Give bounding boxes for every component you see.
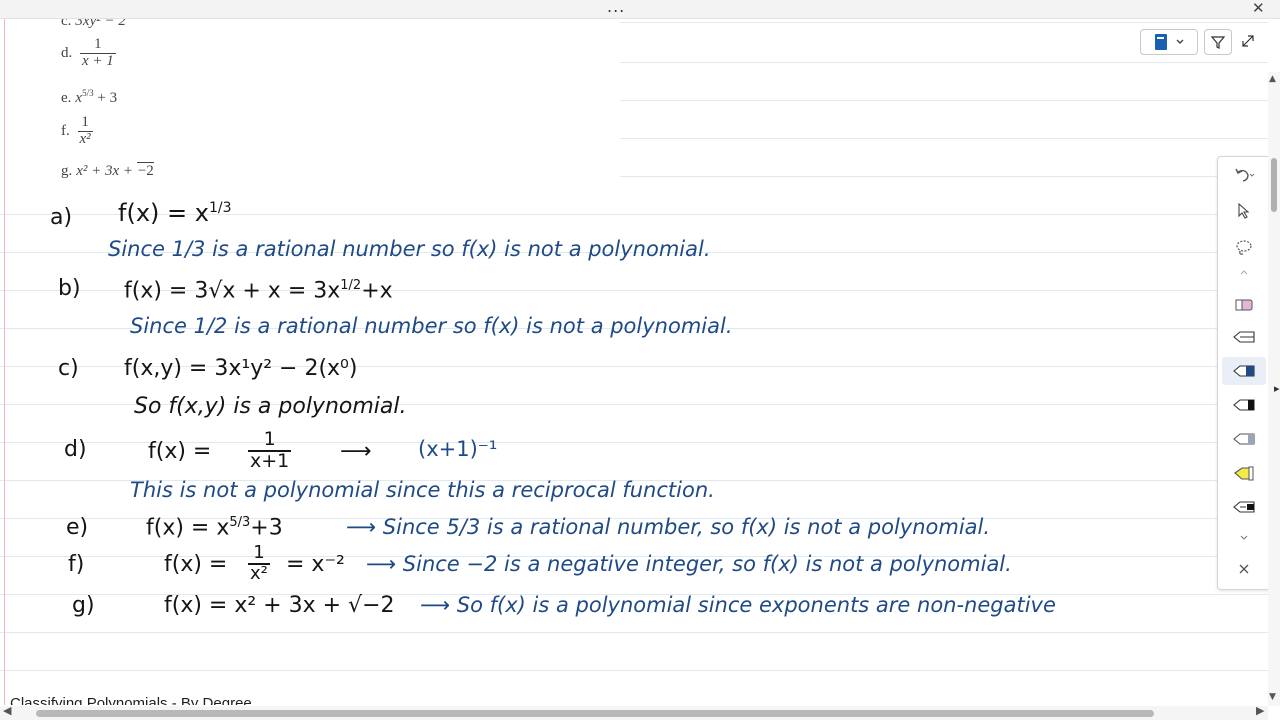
solution-b-label: b) <box>58 276 81 301</box>
horizontal-scrollbar[interactable]: ◀ ▶ <box>0 704 1268 720</box>
solution-a-equation: f(x) = x1/3 <box>118 199 232 227</box>
scroll-right-arrow[interactable]: ▶ <box>1256 704 1264 717</box>
question-e: e. x5/3 + 3 <box>61 88 118 106</box>
question-g: g. x² + 3x + −2 <box>61 162 154 179</box>
pencil-tool[interactable] <box>1222 425 1266 453</box>
solution-f-rhs: = x⁻² <box>286 552 345 577</box>
filter-button[interactable] <box>1204 29 1232 55</box>
scroll-down-arrow[interactable]: ▼ <box>1269 692 1276 702</box>
select-tool[interactable] <box>1222 197 1266 225</box>
solution-d-fraction: 1 x+1 <box>248 428 292 472</box>
close-window-button[interactable]: ✕ <box>1252 0 1265 17</box>
notebook-selector-button[interactable] <box>1140 29 1198 55</box>
margin-line <box>4 19 5 705</box>
solution-e-equation: f(x) = x5/3+3 <box>146 515 283 541</box>
scroll-up-tools[interactable] <box>1222 265 1266 279</box>
highlighter-tool[interactable] <box>1222 459 1266 487</box>
scroll-up-arrow[interactable]: ▲ <box>1269 74 1276 84</box>
pen-icon <box>1233 331 1255 343</box>
solution-g-label: g) <box>72 593 95 618</box>
notebook-page[interactable]: c. 3xy² − 2 d. 1x + 1 e. x5/3 + 3 f. 1 x² g… <box>0 19 1268 705</box>
collapse-icon <box>1240 535 1248 540</box>
expand-button[interactable] <box>1238 29 1258 53</box>
notebook-icon <box>1155 34 1167 50</box>
drawing-toolbar <box>1217 156 1272 590</box>
solution-f-equation-left: f(x) = <box>164 552 228 577</box>
solution-b-note: Since 1/2 is a rational number so f(x) i… <box>130 314 733 338</box>
eraser-icon <box>1235 299 1253 311</box>
undo-button[interactable] <box>1222 161 1266 189</box>
chevron-up-icon <box>1240 270 1248 275</box>
vertical-scroll-thumb[interactable] <box>1271 158 1277 212</box>
solution-d-label: d) <box>64 437 87 462</box>
expand-icon <box>1242 35 1254 47</box>
solution-f-label: f) <box>68 552 85 577</box>
solution-d-arrow: ⟶ <box>340 439 372 464</box>
marker-icon <box>1233 399 1255 411</box>
solution-g-note: ⟶ So f(x) is a polynomial since exponent… <box>420 593 1056 617</box>
chevron-down-icon <box>1176 39 1184 44</box>
solution-e-note: ⟶ Since 5/3 is a rational number, so f(x… <box>346 515 991 539</box>
question-d: d. 1x + 1 <box>61 36 116 69</box>
solution-g-equation: f(x) = x² + 3x + √−2 <box>164 593 395 618</box>
solution-f-fraction: 1 x² <box>248 542 270 584</box>
scroll-left-arrow[interactable]: ◀ <box>3 704 11 717</box>
scroll-down-tools[interactable] <box>1222 529 1266 547</box>
solution-d-rhs: (x+1)⁻¹ <box>418 437 498 461</box>
question-list: c. 3xy² − 2 d. 1x + 1 e. x5/3 + 3 f. 1 x² g… <box>0 19 620 207</box>
solution-c-label: c) <box>58 356 79 381</box>
mouse-cursor-icon: ▸ <box>1274 383 1280 395</box>
pencil-icon <box>1233 433 1255 445</box>
solution-c-equation: f(x,y) = 3x¹y² − 2(x⁰) <box>124 356 358 381</box>
solution-a-note: Since 1/3 is a rational number so f(x) i… <box>108 237 711 261</box>
title-bar: ... ✕ <box>0 0 1280 19</box>
lasso-icon <box>1236 240 1252 255</box>
shape-pen-icon <box>1233 501 1255 513</box>
undo-icon <box>1235 168 1255 182</box>
lasso-tool[interactable] <box>1222 233 1266 261</box>
solution-d-note: This is not a polynomial since this a re… <box>130 478 715 502</box>
solution-c-note: So f(x,y) is a polynomial. <box>134 394 407 419</box>
filter-icon <box>1211 36 1225 49</box>
pointer-icon <box>1238 203 1250 219</box>
solution-b-equation: f(x) = 3√x + x = 3x1/2+x <box>124 278 393 304</box>
pen-tool-2[interactable] <box>1222 357 1266 385</box>
pen-tool-3[interactable] <box>1222 391 1266 419</box>
solution-d-equation-left: f(x) = <box>148 439 212 464</box>
more-options-button[interactable]: ... <box>607 0 625 16</box>
pen-selected-icon <box>1233 365 1255 377</box>
pen-tool-1[interactable] <box>1222 323 1266 351</box>
solution-e-label: e) <box>66 515 89 540</box>
highlighter-icon <box>1234 466 1254 481</box>
page-title: Classifying Polynomials - By Degree <box>10 695 252 705</box>
question-c: c. 3xy² − 2 <box>61 19 126 29</box>
close-toolbar-button[interactable] <box>1222 555 1266 583</box>
solution-f-note: ⟶ Since −2 is a negative integer, so f(x… <box>366 552 1012 576</box>
question-f: f. 1 x² <box>61 114 93 147</box>
close-icon <box>1239 564 1249 574</box>
solution-a-label: a) <box>50 205 73 230</box>
horizontal-scroll-thumb[interactable] <box>36 710 1154 717</box>
shape-pen-tool[interactable] <box>1222 493 1266 521</box>
eraser-tool[interactable] <box>1222 291 1266 319</box>
